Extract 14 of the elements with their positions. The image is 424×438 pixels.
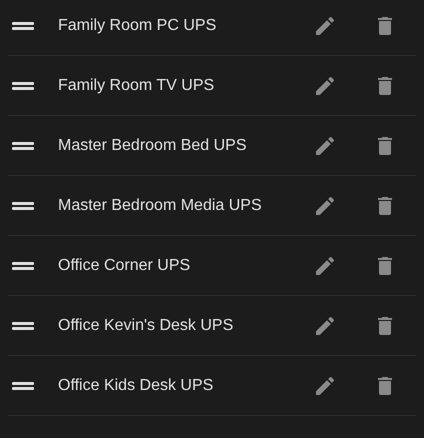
ups-name: Family Room TV UPS bbox=[58, 76, 216, 96]
drag-handle-icon[interactable] bbox=[12, 202, 34, 210]
drag-handle-icon[interactable] bbox=[12, 262, 34, 270]
ups-name: Family Room PC UPS bbox=[58, 16, 218, 36]
drag-handle-icon[interactable] bbox=[12, 322, 34, 330]
drag-handle-icon[interactable] bbox=[12, 382, 34, 390]
ups-name: Office Kevin's Desk UPS bbox=[58, 316, 234, 336]
ups-name: Master Bedroom Media UPS bbox=[58, 196, 263, 216]
drag-handle-icon[interactable] bbox=[12, 22, 34, 30]
ups-name: Master Bedroom Bed UPS bbox=[58, 136, 248, 156]
ups-name: Office Corner UPS bbox=[58, 256, 192, 276]
ups-name: Office Kids Desk UPS bbox=[58, 376, 214, 396]
drag-handle-icon[interactable] bbox=[12, 82, 34, 90]
drag-handle-icon[interactable] bbox=[12, 142, 34, 150]
